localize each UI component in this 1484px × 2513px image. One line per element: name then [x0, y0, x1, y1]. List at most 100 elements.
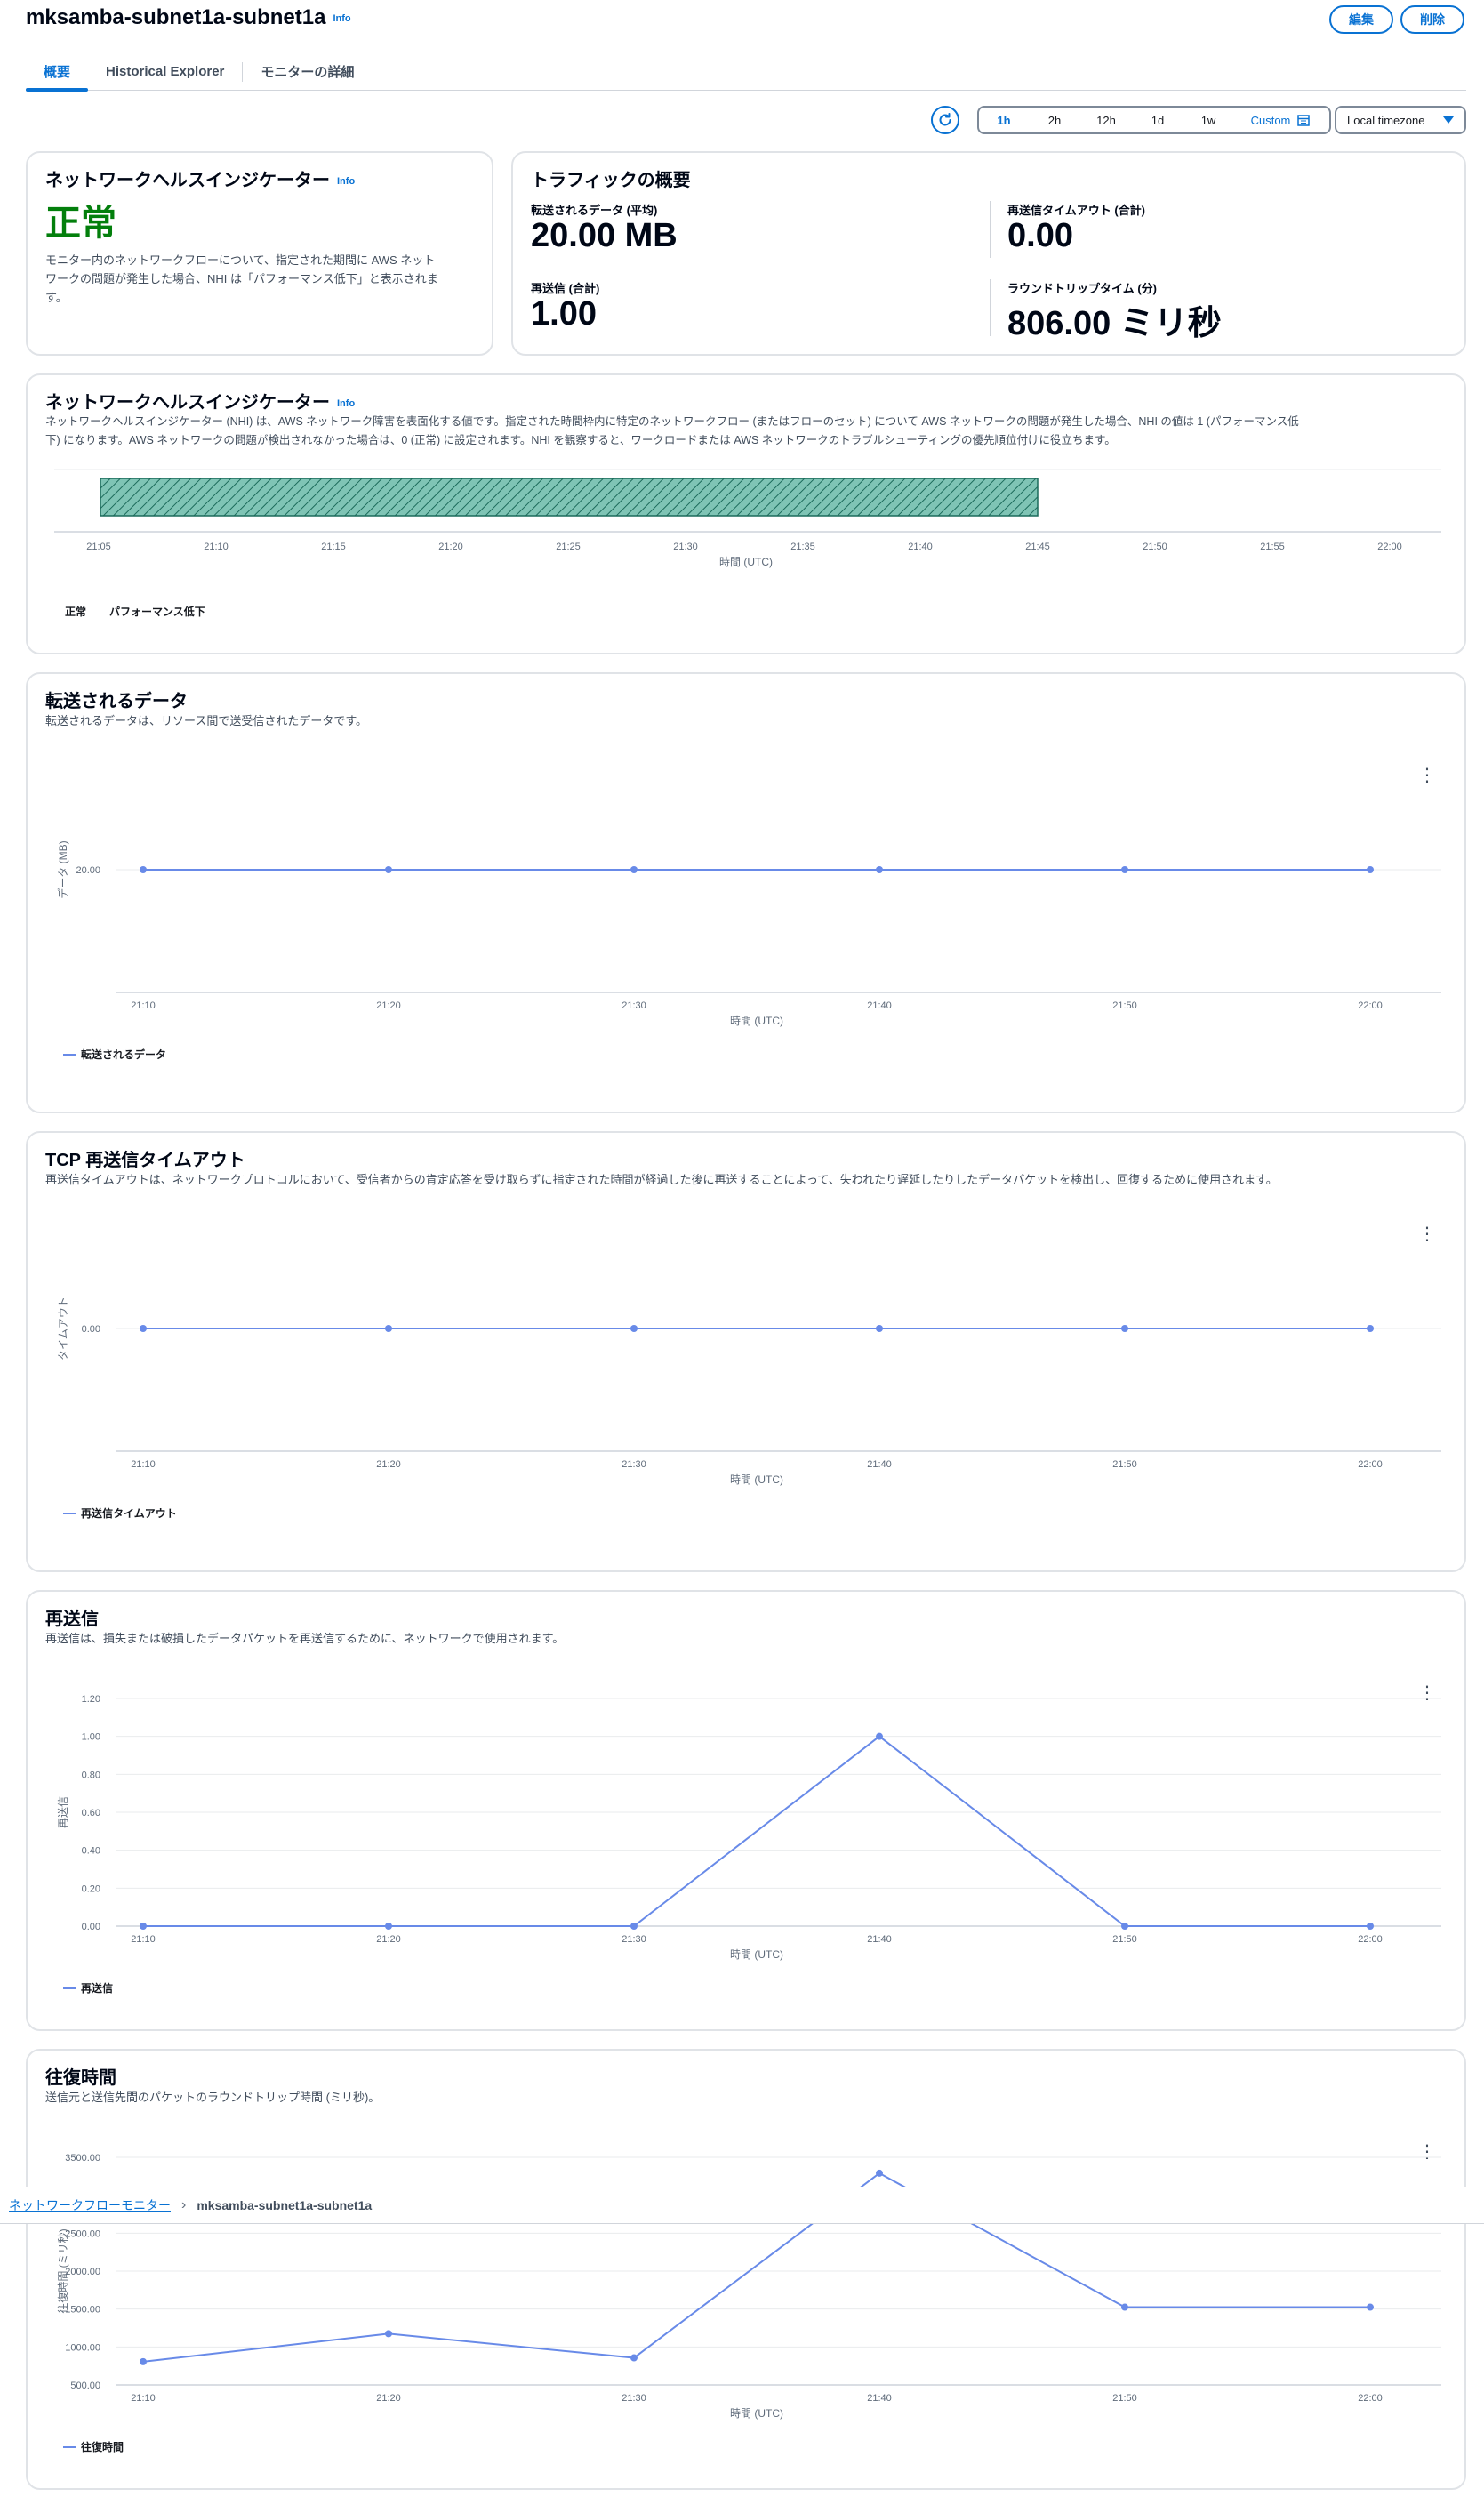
metric-value: 0.00 [1007, 217, 1073, 254]
x-tick-label: 21:55 [1260, 542, 1285, 552]
round-trip-time-chart: 500.001000.001500.002000.002500.003000.0… [56, 2153, 1441, 2453]
y-tick-label: 1.00 [82, 1732, 100, 1743]
range-12h[interactable]: 12h [1080, 108, 1132, 132]
data-point [1121, 1923, 1128, 1930]
timezone-select[interactable]: Local timezone [1335, 106, 1466, 134]
nhi-timeline-title: ネットワークヘルスインジケーター Info [45, 388, 355, 413]
nhi-summary-desc-line: す。 [45, 291, 68, 304]
x-tick-label: 21:40 [867, 2393, 892, 2404]
tab-monitor-details[interactable]: モニターの詳細 [243, 53, 372, 91]
x-axis-title: 時間 (UTC) [730, 2407, 783, 2420]
data-point [1367, 1923, 1374, 1930]
y-tick-label: 0.60 [82, 1808, 100, 1819]
x-tick-label: 21:40 [908, 542, 933, 552]
y-tick-label: 3500.00 [65, 2153, 100, 2164]
traffic-summary-title: トラフィックの概要 [531, 171, 691, 190]
x-tick-label: 22:00 [1358, 1934, 1383, 1945]
nhi-status: 正常 [45, 204, 116, 243]
y-axis-title: データ (MB) [56, 840, 69, 898]
nhi-timeline-info-link[interactable]: Info [337, 398, 355, 409]
nhi-summary-desc-line: ワークの問題が発生した場合、NHI は「パフォーマンス低下」と表示されま [45, 272, 438, 285]
retransmission-timeout-chart: 0.00 タイムアウト 21:10 21:20 21:30 21:40 21:50 22:00… [57, 1297, 1441, 1520]
info-link[interactable]: Info [333, 13, 350, 24]
data-point [876, 1325, 883, 1332]
x-tick-label: 21:50 [1112, 1934, 1137, 1945]
y-tick-label: 0.20 [82, 1883, 100, 1894]
tab-historical-explorer[interactable]: Historical Explorer [88, 53, 242, 91]
refresh-button[interactable] [931, 106, 959, 134]
x-tick-label: 21:50 [1112, 2393, 1137, 2404]
data-point [876, 2169, 883, 2177]
breadcrumb-parent-link[interactable]: ネットワークフローモニター [9, 2196, 171, 2214]
data-point [1367, 2303, 1374, 2311]
tab-overview[interactable]: 概要 [26, 53, 89, 92]
chart-desc: 再送信タイムアウトは、ネットワークプロトコルにおいて、受信者からの肯定応答を受け… [45, 1173, 1278, 1186]
chart-desc: 再送信は、損失または破損したデータパケットを再送信するために、ネットワークで使用… [45, 1632, 565, 1645]
y-tick-label: 2500.00 [65, 2228, 100, 2239]
x-tick-label: 21:35 [790, 542, 815, 552]
y-tick-label: 0.40 [82, 1846, 100, 1857]
legend-item: 再送信タイムアウト [81, 1506, 177, 1520]
nhi-healthy-bar [100, 478, 1039, 517]
caret-down-icon [1443, 116, 1454, 124]
x-tick-label: 21:20 [438, 542, 463, 552]
y-tick-label: 0.80 [82, 1770, 100, 1780]
x-tick-label: 21:20 [376, 1459, 401, 1470]
range-1h[interactable]: 1h [979, 108, 1029, 132]
time-range-selector: 1h 2h 12h 1d 1w Custom [977, 106, 1331, 134]
data-point [630, 2354, 638, 2362]
nhi-summary-desc-line: モニター内のネットワークフローについて、指定された期間に AWS ネット [45, 253, 436, 267]
nhi-info-link[interactable]: Info [337, 176, 355, 187]
range-2h[interactable]: 2h [1029, 108, 1080, 132]
x-tick-label: 21:10 [131, 1000, 156, 1011]
data-point [385, 1923, 392, 1930]
nhi-timeline-title-text: ネットワークヘルスインジケーター [45, 393, 330, 413]
data-point [385, 1325, 392, 1332]
metric-label: ラウンドトリップタイム (分) [1007, 282, 1158, 295]
retransmissions-chart: 0.00 0.20 0.40 0.60 0.80 1.00 1.20 再送信 21:10 21:2… [56, 1694, 1441, 1995]
metric-value: 806.00 ミリ秒 [1007, 305, 1222, 342]
y-tick-label: 1.20 [82, 1694, 100, 1705]
x-tick-label: 22:00 [1358, 2393, 1383, 2404]
data-point [876, 1732, 883, 1740]
x-tick-label: 21:50 [1112, 1000, 1137, 1011]
data-point [630, 1923, 638, 1930]
page-title: mksamba-subnet1a-subnet1a Info [26, 5, 351, 30]
data-point [1367, 1325, 1374, 1332]
legend-item-degraded: パフォーマンス低下 [109, 605, 205, 618]
data-point [140, 1923, 147, 1930]
x-tick-label: 21:40 [867, 1000, 892, 1011]
nhi-timeline-card: ネットワークヘルスインジケーター Info ネットワークヘルスインジケーター (N… [26, 373, 1466, 654]
range-custom[interactable]: Custom [1233, 108, 1328, 132]
y-axis-title: タイムアウト [57, 1297, 69, 1361]
data-point [140, 866, 147, 873]
chart-title: 再送信 [45, 1610, 99, 1629]
x-tick-label: 22:00 [1358, 1000, 1383, 1011]
x-tick-label: 21:50 [1112, 1459, 1137, 1470]
chart-title: TCP 再送信タイムアウト [45, 1151, 245, 1170]
x-tick-label: 21:15 [321, 542, 346, 552]
x-tick-label: 21:50 [1143, 542, 1167, 552]
delete-button[interactable]: 削除 [1400, 5, 1464, 34]
range-1d[interactable]: 1d [1132, 108, 1183, 132]
range-1w[interactable]: 1w [1183, 108, 1233, 132]
data-point [1121, 866, 1128, 873]
metric-label: 転送されるデータ (平均) [531, 204, 658, 217]
y-tick-label: 500.00 [70, 2381, 100, 2391]
y-tick-label: 20.00 [76, 865, 100, 876]
y-tick-label: 0.00 [82, 1922, 100, 1932]
page-header: mksamba-subnet1a-subnet1a Info 編集 削除 [26, 5, 1466, 36]
edit-button[interactable]: 編集 [1329, 5, 1393, 34]
x-tick-label: 21:45 [1025, 542, 1050, 552]
x-tick-label: 21:10 [204, 542, 229, 552]
retransmissions-card: 再送信 再送信は、損失または破損したデータパケットを再送信するために、ネットワー… [26, 1590, 1466, 2031]
x-axis-title: 時間 (UTC) [730, 1015, 783, 1027]
data-transferred-chart: 20.00 データ (MB) 21:10 21:20 21:30 21:40 21:50 22… [56, 840, 1441, 1061]
x-axis-title: 時間 (UTC) [730, 1473, 783, 1486]
x-tick-label: 21:30 [622, 2393, 646, 2404]
x-tick-label: 21:30 [622, 1000, 646, 1011]
page-title-text: mksamba-subnet1a-subnet1a [26, 5, 326, 29]
x-axis-title: 時間 (UTC) [730, 1948, 783, 1961]
tab-bar: 概要 Historical Explorer モニターの詳細 [26, 53, 1466, 92]
refresh-icon [939, 113, 951, 126]
